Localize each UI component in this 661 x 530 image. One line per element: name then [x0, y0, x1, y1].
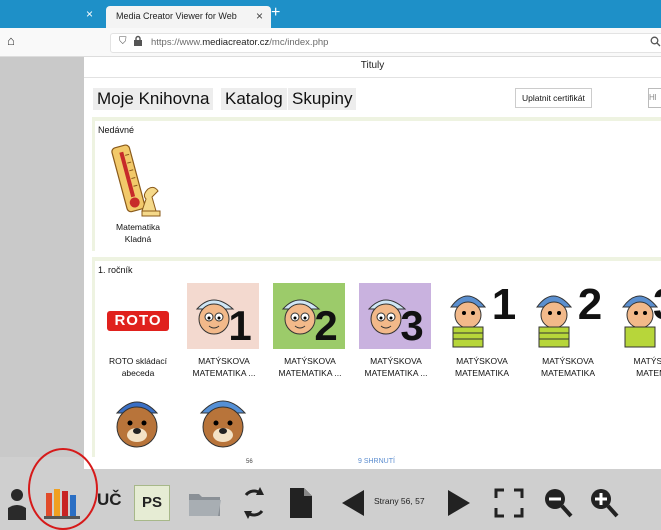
- section-title: 1. ročník: [98, 265, 133, 275]
- search-icon[interactable]: [650, 36, 661, 47]
- book-title-line2: MATEMATIKA: [455, 368, 509, 378]
- book-item[interactable]: 1 MATÝSKOVA MATEMATIKA ...: [181, 283, 267, 387]
- book-title-line1: ROTO skládací: [109, 356, 167, 366]
- book-title-line2: Kladná: [124, 234, 152, 244]
- bear-cover: [199, 400, 247, 448]
- close-tab-icon[interactable]: ×: [256, 9, 263, 23]
- page-heading: 9 SHRNUTÍ: [358, 458, 395, 465]
- search-input[interactable]: Hl: [648, 88, 661, 108]
- book-item[interactable]: 3 MATÝSKOVA MATEMATIKA ...: [353, 283, 439, 387]
- book-title-line1: MATÝSKOVA: [456, 356, 508, 366]
- fullscreen-icon[interactable]: [494, 488, 524, 518]
- book-title-line1: Matematika: [116, 222, 160, 232]
- section-title: Nedávné: [98, 125, 135, 135]
- zoom-in-icon[interactable]: [589, 487, 619, 519]
- titles-header: Tituly: [84, 57, 661, 78]
- book-item[interactable]: ROTO ROTO skládací abeceda: [95, 283, 181, 387]
- book-item[interactable]: 2 MATÝSKOVA MATEMATIKA ...: [267, 283, 353, 387]
- previous-page-icon[interactable]: [342, 490, 364, 516]
- url-text: https://www.mediacreator.cz/mc/index.php: [151, 37, 329, 48]
- page-icon[interactable]: [290, 488, 312, 518]
- book-number: 3: [653, 283, 661, 327]
- page-indicator: Strany 56, 57: [374, 496, 425, 506]
- folder-icon[interactable]: [188, 488, 222, 518]
- recent-section: Nedávné Matematika Kladná: [92, 117, 661, 251]
- book-number: 1: [491, 280, 517, 329]
- roto-logo: ROTO: [107, 311, 169, 331]
- tab-groups[interactable]: Skupiny: [288, 88, 357, 110]
- book-item[interactable]: 1 MATÝSKOVA MATEMATIKA: [439, 283, 525, 387]
- book-item[interactable]: Matematika Kladná: [95, 141, 181, 246]
- book-title-line1: MATÝSKO: [633, 356, 661, 366]
- book-number: 3: [400, 302, 424, 349]
- grade-1-section: 1. ročník ROTO ROTO skládací abeceda 1 M…: [92, 257, 661, 457]
- teacher-mode-button[interactable]: UČ: [97, 490, 122, 510]
- browser-navbar: ⌂ ⛉ https://www.mediacreator.cz/mc/index…: [0, 28, 661, 57]
- book-title-line1: MATÝSKOVA: [542, 356, 594, 366]
- book-item[interactable]: 2 MATÝSKOVA MATEMATIKA: [525, 283, 611, 387]
- tab-title: Media Creator Viewer for Web: [116, 11, 237, 21]
- shield-icon[interactable]: ⛉: [119, 36, 127, 47]
- book-item[interactable]: [181, 391, 267, 451]
- book-title-line1: MATÝSKOVA: [198, 356, 250, 366]
- tab-catalog[interactable]: Katalog: [221, 88, 287, 110]
- book-item[interactable]: 3 MATÝSKO MATEMA: [611, 283, 661, 387]
- page-bottom-strip: 56 9 SHRNUTÍ: [84, 457, 661, 469]
- book-title-line2: abeceda: [121, 368, 155, 378]
- book-title-line2: MATEMATIKA ...: [364, 368, 428, 378]
- close-icon[interactable]: ×: [86, 7, 93, 21]
- tab-my-library[interactable]: Moje Knihovna: [93, 88, 214, 110]
- page-number: 56: [246, 459, 253, 465]
- library-panel: Tituly Moje Knihovna Katalog Skupiny Upl…: [84, 57, 661, 457]
- book-number: 1: [228, 302, 252, 349]
- book-number: 2: [314, 302, 338, 349]
- new-tab-button[interactable]: +: [271, 4, 280, 22]
- browser-tab-bar: × Media Creator Viewer for Web × +: [0, 0, 661, 28]
- workbook-mode-button[interactable]: PS: [134, 485, 170, 521]
- user-icon[interactable]: [8, 488, 26, 520]
- viewer-left-margin: [0, 57, 84, 457]
- book-title-line2: MATEMATIKA ...: [278, 368, 342, 378]
- book-title-line1: MATÝSKOVA: [370, 356, 422, 366]
- highlight-circle: [28, 448, 98, 530]
- bear-cover: [115, 401, 159, 448]
- next-page-icon[interactable]: [448, 490, 470, 516]
- rotate-icon[interactable]: [240, 487, 268, 519]
- lock-icon: [134, 35, 142, 46]
- book-item[interactable]: [95, 391, 181, 451]
- apply-certificate-button[interactable]: Uplatnit certifikát: [515, 88, 592, 108]
- address-bar[interactable]: ⛉ https://www.mediacreator.cz/mc/index.p…: [110, 33, 661, 53]
- book-title-line2: MATEMATIKA ...: [192, 368, 256, 378]
- recent-section-body: Nedávné Matematika Kladná: [95, 121, 661, 251]
- home-icon[interactable]: ⌂: [7, 33, 15, 48]
- book-title-line2: MATEMATIKA: [541, 368, 595, 378]
- book-title-line2: MATEMA: [636, 368, 661, 378]
- thermometer-chess-cover: [111, 144, 161, 217]
- book-number: 2: [577, 280, 603, 329]
- zoom-out-icon[interactable]: [543, 487, 573, 519]
- page-title: Tituly: [360, 60, 385, 71]
- book-title-line1: MATÝSKOVA: [284, 356, 336, 366]
- grade-1-section-body: 1. ročník ROTO ROTO skládací abeceda 1 M…: [95, 261, 661, 457]
- browser-tab[interactable]: Media Creator Viewer for Web ×: [106, 6, 271, 28]
